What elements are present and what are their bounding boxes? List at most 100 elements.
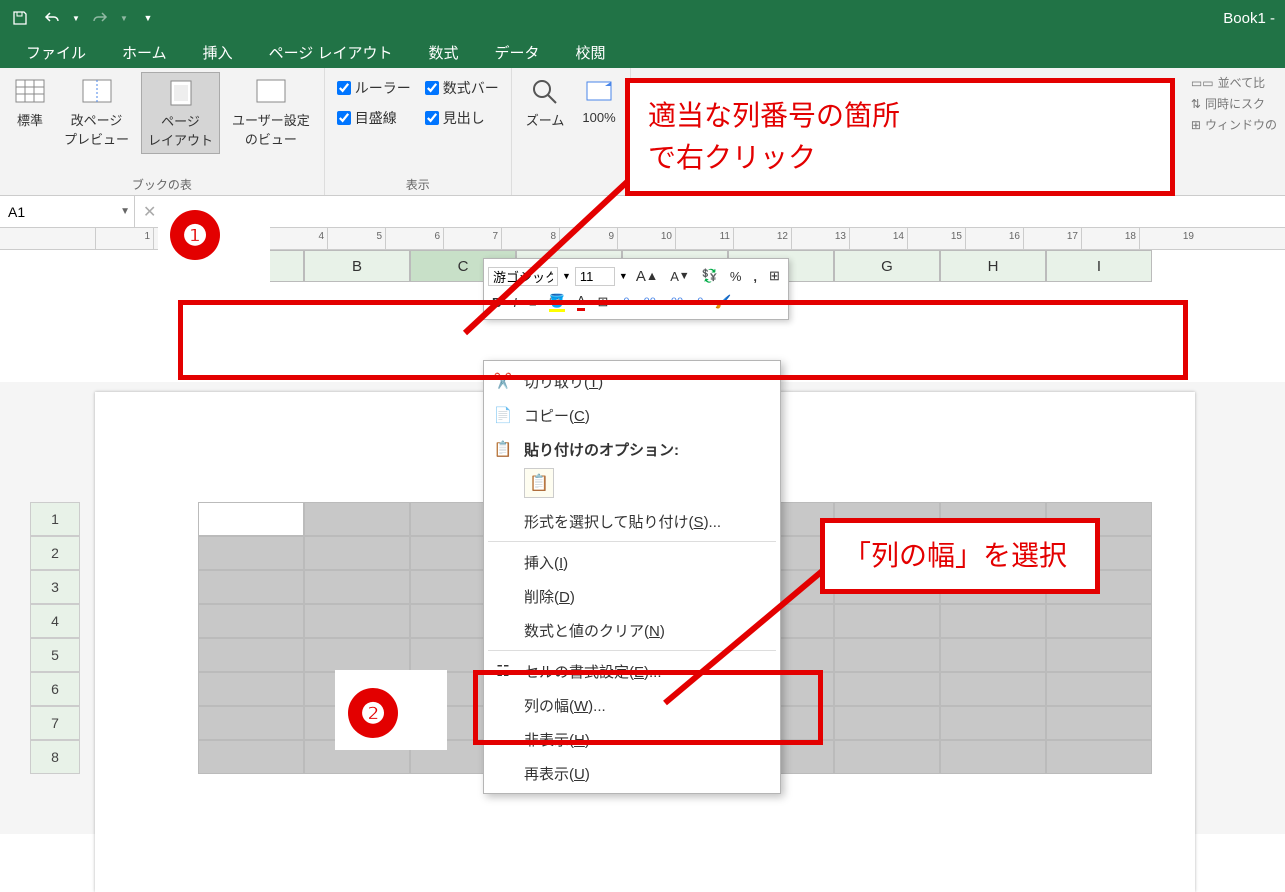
menu-hide[interactable]: 非表示(H): [484, 722, 780, 756]
cell-A3[interactable]: [198, 570, 304, 604]
cell-B5[interactable]: [304, 638, 410, 672]
ruler-tick: 19: [1139, 228, 1197, 250]
percent-icon[interactable]: %: [726, 267, 746, 286]
cell-H7[interactable]: [940, 706, 1046, 740]
name-box[interactable]: A1 ▼: [0, 196, 135, 227]
redo-dropdown[interactable]: ▼: [118, 4, 130, 32]
paste-option-default[interactable]: 📋: [524, 468, 554, 498]
column-header-I[interactable]: I: [1046, 250, 1152, 282]
cell-G4[interactable]: [834, 604, 940, 638]
cell-A1[interactable]: [198, 502, 304, 536]
cell-I4[interactable]: [1046, 604, 1152, 638]
cell-G5[interactable]: [834, 638, 940, 672]
cell-A6[interactable]: [198, 672, 304, 706]
border-icon[interactable]: ⊞: [593, 292, 612, 312]
align-icon[interactable]: ≡: [525, 293, 541, 312]
column-header-G[interactable]: G: [834, 250, 940, 282]
cell-G6[interactable]: [834, 672, 940, 706]
save-button[interactable]: [6, 4, 34, 32]
tab-file[interactable]: ファイル: [8, 36, 104, 68]
cell-I7[interactable]: [1046, 706, 1152, 740]
cell-G8[interactable]: [834, 740, 940, 774]
menu-unhide[interactable]: 再表示(U): [484, 756, 780, 790]
mini-font-dropdown-icon[interactable]: ▼: [562, 271, 571, 281]
menu-cut-label: 切り取り(T): [524, 371, 603, 392]
italic-icon[interactable]: I: [509, 293, 521, 312]
menu-format-cells[interactable]: ☷ セルの書式設定(E)...: [484, 654, 780, 688]
row-header-2[interactable]: 2: [30, 536, 80, 570]
row-header-1[interactable]: 1: [30, 502, 80, 536]
cell-I6[interactable]: [1046, 672, 1152, 706]
cell-A7[interactable]: [198, 706, 304, 740]
cell-B3[interactable]: [304, 570, 410, 604]
view-custom-button[interactable]: ユーザー設定 のビュー: [226, 72, 316, 152]
accounting-format-icon[interactable]: 💱: [698, 266, 722, 286]
row-header-8[interactable]: 8: [30, 740, 80, 774]
check-gridlines[interactable]: 目盛線: [333, 106, 415, 130]
cell-H5[interactable]: [940, 638, 1046, 672]
qat-customize[interactable]: ▼: [134, 4, 162, 32]
menu-copy[interactable]: 📄 コピー(C): [484, 398, 780, 432]
cell-A2[interactable]: [198, 536, 304, 570]
zoom-100-button[interactable]: 100%: [576, 72, 621, 129]
ruler-tick: 5: [327, 228, 385, 250]
row-header-4[interactable]: 4: [30, 604, 80, 638]
tab-page-layout[interactable]: ページ レイアウト: [251, 36, 411, 68]
zoom-button[interactable]: ズーム: [520, 72, 571, 133]
increase-decimal-icon[interactable]: .0→.00: [616, 294, 659, 310]
tab-insert[interactable]: 挿入: [185, 36, 251, 68]
check-formula-bar[interactable]: 数式バー: [421, 76, 503, 100]
cell-H6[interactable]: [940, 672, 1046, 706]
format-painter-icon[interactable]: 🖌️: [711, 292, 735, 312]
decrease-font-icon[interactable]: A▼: [666, 267, 693, 286]
cancel-formula-icon[interactable]: ✕: [143, 202, 156, 222]
menu-insert[interactable]: 挿入(I): [484, 545, 780, 579]
row-header-6[interactable]: 6: [30, 672, 80, 706]
decrease-decimal-icon[interactable]: .00→.0: [664, 294, 707, 310]
undo-button[interactable]: [38, 4, 66, 32]
view-normal-button[interactable]: 標準: [8, 72, 52, 133]
redo-button[interactable]: [86, 4, 114, 32]
sync-scroll-button[interactable]: ⇅同時にスク: [1191, 95, 1277, 112]
cell-I8[interactable]: [1046, 740, 1152, 774]
check-ruler[interactable]: ルーラー: [333, 76, 415, 100]
mini-size-dropdown-icon[interactable]: ▼: [619, 271, 628, 281]
tab-review[interactable]: 校閲: [558, 36, 624, 68]
fill-color-icon[interactable]: 🪣: [545, 291, 569, 314]
cell-I5[interactable]: [1046, 638, 1152, 672]
annotation-callout-1: 適当な列番号の箇所 で右クリック: [625, 78, 1175, 196]
tab-home[interactable]: ホーム: [104, 36, 185, 68]
column-header-B[interactable]: B: [304, 250, 410, 282]
check-headings[interactable]: 見出し: [421, 106, 503, 130]
cell-A8[interactable]: [198, 740, 304, 774]
cell-G7[interactable]: [834, 706, 940, 740]
font-color-icon[interactable]: A: [573, 291, 590, 313]
menu-paste-special[interactable]: 形式を選択して貼り付け(S)...: [484, 504, 780, 538]
cell-H8[interactable]: [940, 740, 1046, 774]
cell-B4[interactable]: [304, 604, 410, 638]
reset-window-button[interactable]: ⊞ウィンドウの: [1191, 116, 1277, 133]
increase-font-icon[interactable]: A▲: [632, 266, 662, 287]
row-header-3[interactable]: 3: [30, 570, 80, 604]
mini-size-select[interactable]: [575, 267, 615, 286]
cell-A4[interactable]: [198, 604, 304, 638]
column-header-H[interactable]: H: [940, 250, 1046, 282]
cell-H4[interactable]: [940, 604, 1046, 638]
menu-cut[interactable]: ✂️ 切り取り(T): [484, 364, 780, 398]
cell-A5[interactable]: [198, 638, 304, 672]
row-header-5[interactable]: 5: [30, 638, 80, 672]
view-page-break-button[interactable]: 改ページ プレビュー: [58, 72, 135, 152]
cell-B2[interactable]: [304, 536, 410, 570]
tab-formulas[interactable]: 数式: [410, 36, 476, 68]
merge-icon[interactable]: ⊞: [765, 266, 784, 286]
cell-B1[interactable]: [304, 502, 410, 536]
view-page-layout-button[interactable]: ページ レイアウト: [141, 72, 220, 154]
row-header-7[interactable]: 7: [30, 706, 80, 740]
undo-dropdown[interactable]: ▼: [70, 4, 82, 32]
comma-icon[interactable]: ,: [749, 267, 761, 286]
tab-data[interactable]: データ: [476, 36, 557, 68]
name-box-dropdown-icon[interactable]: ▼: [120, 206, 130, 217]
menu-delete[interactable]: 削除(D): [484, 579, 780, 613]
menu-column-width[interactable]: 列の幅(W)...: [484, 688, 780, 722]
side-by-side-button[interactable]: ▭▭並べて比: [1191, 74, 1277, 91]
